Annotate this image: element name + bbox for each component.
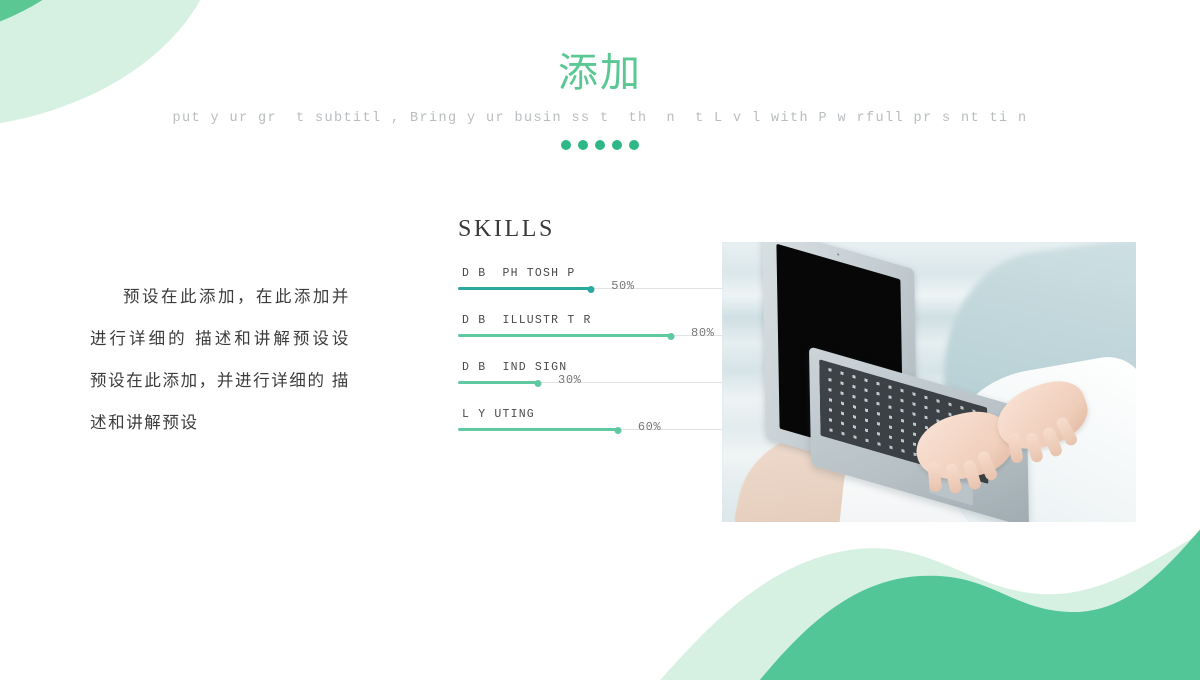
body-paragraph: 预设在此添加，在此添加并进行详细的 描述和讲解预设设 预设在此添加，并进行详细的… <box>90 288 400 432</box>
skills-section: SKILLS D B PH TOSH P 50% D B ILLUSTR T R 80… <box>458 216 724 455</box>
progress-knob[interactable] <box>534 379 542 387</box>
skills-list: D B PH TOSH P 50% D B ILLUSTR T R 80% D B IN… <box>458 267 724 434</box>
laptop-device <box>758 242 1096 522</box>
slide-header: 添加 put y ur gr t subtitl , Bring y ur bu… <box>0 51 1200 151</box>
skill-label: L Y UTING <box>462 408 535 421</box>
progress-fill <box>458 334 671 337</box>
finger <box>927 461 943 493</box>
progress-knob[interactable] <box>614 426 622 434</box>
separator-dot <box>595 140 605 151</box>
skill-progress-bar[interactable] <box>458 332 724 340</box>
progress-knob[interactable] <box>587 285 595 293</box>
separator-dot <box>578 140 588 151</box>
webcam-icon <box>837 253 840 256</box>
skill-label: D B PH TOSH P <box>462 267 576 280</box>
separator-dot <box>561 140 571 151</box>
skill-label: D B ILLUSTR T R <box>462 314 592 327</box>
progress-fill <box>458 381 538 384</box>
page-subtitle: put y ur gr t subtitl , Bring y ur busin… <box>172 111 1028 127</box>
page-title: 添加 <box>558 51 642 95</box>
skill-label: D B IND SIGN <box>462 361 568 374</box>
skill-row: D B PH TOSH P 50% <box>458 267 724 293</box>
skill-percent-label: 80% <box>691 326 715 340</box>
skill-row: L Y UTING 60% <box>458 408 724 434</box>
laptop-photo <box>722 242 1136 522</box>
progress-fill <box>458 287 591 290</box>
progress-fill <box>458 428 618 431</box>
skill-progress-bar[interactable] <box>458 426 724 434</box>
dot-separator <box>0 140 1200 151</box>
skill-percent-label: 30% <box>558 373 582 387</box>
skill-row: D B IND SIGN 30% <box>458 361 724 387</box>
skill-progress-bar[interactable] <box>458 379 724 387</box>
skill-percent-label: 50% <box>611 279 635 293</box>
wave-green-bottom-right <box>759 529 1200 680</box>
skills-heading: SKILLS <box>458 216 555 242</box>
separator-dot <box>629 140 639 151</box>
separator-dot <box>612 140 622 151</box>
wave-pale-bottom-right <box>660 533 1200 680</box>
skill-progress-bar[interactable] <box>458 285 724 293</box>
decoration-bottom-right <box>650 502 1200 680</box>
blob-green-top-left <box>0 0 43 22</box>
skill-row: D B ILLUSTR T R 80% <box>458 314 724 340</box>
presentation-slide: 添加 put y ur gr t subtitl , Bring y ur bu… <box>0 0 1200 680</box>
skill-percent-label: 60% <box>637 420 662 434</box>
progress-knob[interactable] <box>667 332 675 340</box>
